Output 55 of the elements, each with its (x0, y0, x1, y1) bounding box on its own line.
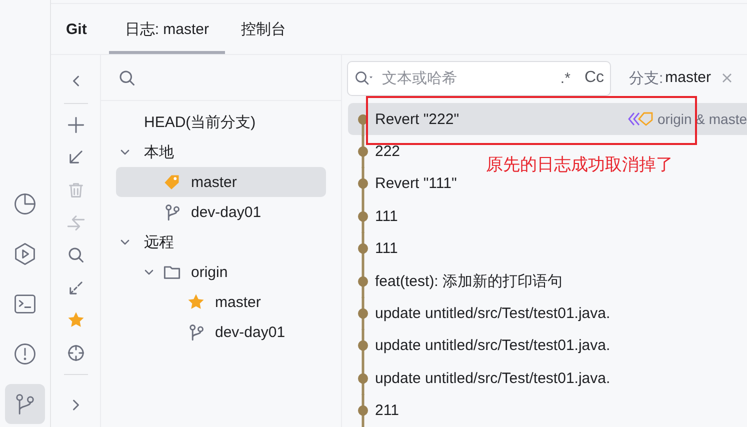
graph-node-icon (356, 167, 370, 200)
commit-message: 222 (375, 143, 400, 160)
tool-window-button[interactable] (5, 384, 45, 424)
commit-row[interactable]: update untitled/src/Test/test01.java. (348, 297, 616, 330)
tab[interactable]: 控制台 (225, 4, 302, 54)
tag-icon (163, 173, 181, 191)
tree-item[interactable]: dev-day01 (101, 317, 326, 347)
tree-item[interactable]: 本地 (101, 137, 326, 167)
commit-row[interactable]: 111 (348, 200, 404, 233)
commit-row[interactable]: update untitled/src/Test/test01.java. (348, 330, 616, 362)
commit-row[interactable]: 222 (348, 135, 406, 168)
graph-node-icon (356, 297, 370, 330)
star-icon (187, 293, 205, 311)
commit-row[interactable]: update untitled/src/Test/test01.java. (348, 362, 616, 395)
tree-item[interactable]: 远程 (101, 227, 326, 257)
commit-row[interactable]: Revert "111" (348, 168, 463, 200)
search-icon[interactable] (118, 68, 136, 86)
graph-node-icon (356, 135, 370, 168)
graph-node-icon (356, 232, 370, 266)
tool-window-title: Git (66, 20, 87, 38)
commit-message: update untitled/src/Test/test01.java. (375, 337, 610, 354)
graph-node-icon (356, 200, 370, 233)
graph-node-icon (356, 264, 370, 298)
graph-node-icon (356, 362, 370, 395)
branch-icon (187, 323, 205, 341)
warning-icon (12, 341, 38, 367)
tree-item[interactable]: origin (101, 257, 326, 287)
branch-filter[interactable]: 分支:master (629, 68, 712, 88)
annotation-text: 原先的日志成功取消掉了 (486, 154, 673, 176)
tree-item[interactable]: dev-day01 (101, 197, 326, 227)
commit-row[interactable]: feat(test): 添加新的打印语句 (348, 264, 569, 298)
close-icon[interactable] (721, 72, 734, 84)
commit-message: update untitled/src/Test/test01.java. (375, 305, 610, 322)
commit-message: update untitled/src/Test/test01.java. (375, 370, 610, 387)
commit-message: feat(test): 添加新的打印语句 (375, 272, 563, 291)
commit-message: 111 (375, 240, 398, 258)
commit-row[interactable]: 111 (348, 232, 404, 265)
commit-row[interactable]: 211 (348, 394, 405, 427)
chart-icon (12, 191, 38, 217)
tree-item[interactable]: master (116, 167, 326, 197)
tree-item[interactable]: master (101, 287, 326, 317)
run-icon (12, 241, 38, 267)
folder-icon (163, 263, 181, 281)
commit-message: 211 (375, 402, 399, 420)
branch-icon (163, 203, 181, 221)
graph-node-icon (356, 329, 370, 362)
tab[interactable]: 日志: master (108, 4, 226, 54)
tree-item[interactable]: HEAD(当前分支) (101, 107, 326, 137)
graph-node-icon (356, 394, 370, 427)
match-case-toggle[interactable]: Cc (584, 69, 604, 87)
commit-message: Revert "111" (375, 175, 457, 192)
regex-toggle[interactable]: .* (560, 70, 570, 86)
search-field[interactable]: 文本或哈希 .* Cc (347, 60, 611, 96)
commit-message: 111 (375, 208, 398, 225)
commit-message: Revert "222" (375, 110, 460, 128)
